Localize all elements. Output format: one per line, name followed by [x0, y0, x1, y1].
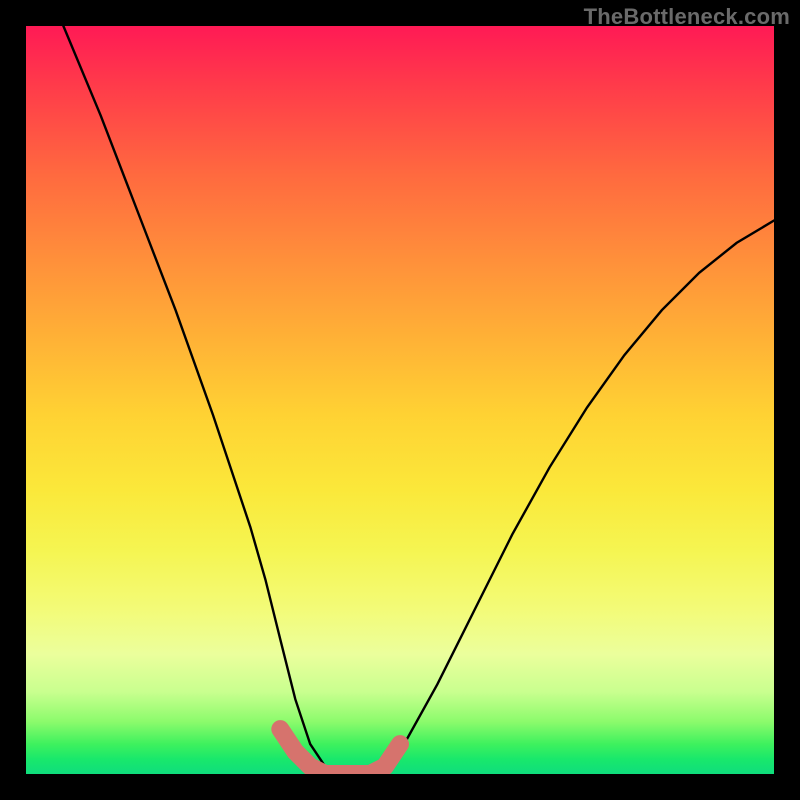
watermark-text: TheBottleneck.com — [584, 4, 790, 30]
mismatch-curve — [63, 26, 774, 774]
plot-area — [26, 26, 774, 774]
chart-frame: TheBottleneck.com — [0, 0, 800, 800]
bottleneck-zone — [280, 729, 400, 774]
chart-svg — [26, 26, 774, 774]
